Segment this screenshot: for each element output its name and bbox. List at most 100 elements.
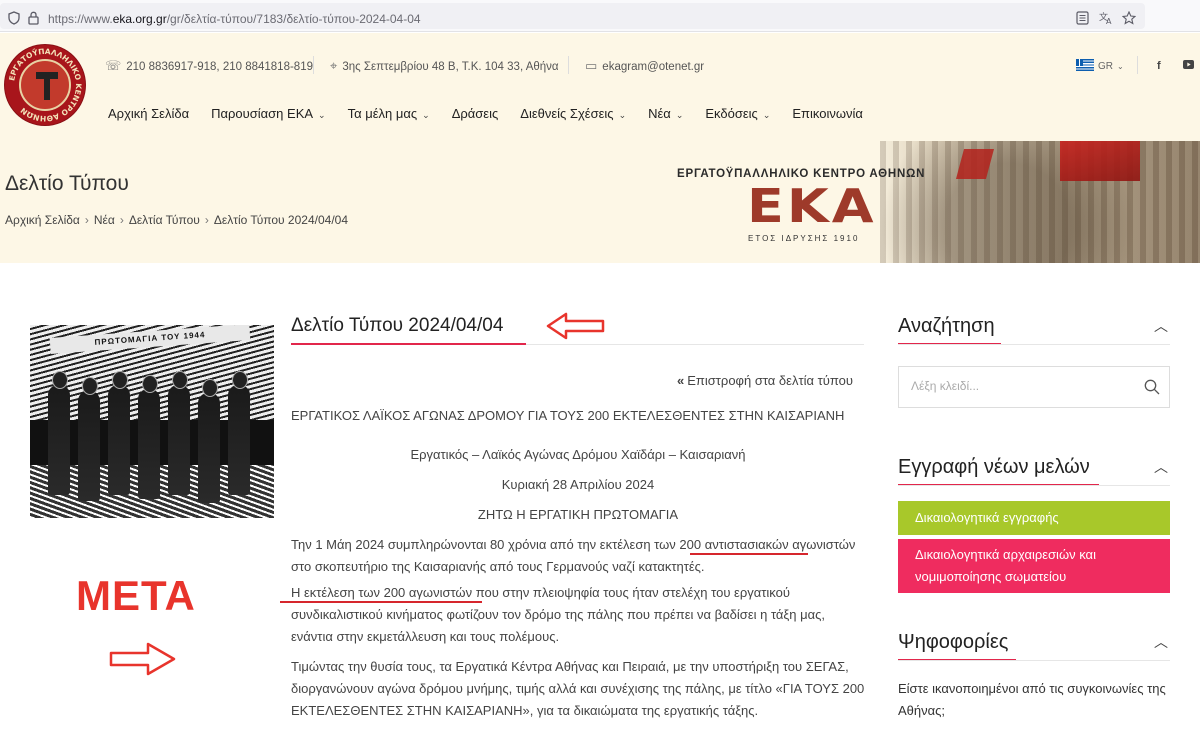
url-path: /gr/δελτία-τύπου/7183/δελτίο-τύπου-2024-… bbox=[166, 12, 421, 26]
nav-item-label: Τα μέλη μας bbox=[347, 106, 418, 121]
greek-flag-icon bbox=[1076, 59, 1094, 71]
search-input[interactable] bbox=[911, 379, 1131, 393]
article-paragraph: Την 1 Μάη 2024 συμπληρώνονται 80 χρόνια … bbox=[291, 537, 856, 574]
poll-question: Είστε ικανοποιημένοι από τις συγκοινωνίε… bbox=[898, 681, 1166, 718]
url-text[interactable]: https://www.eka.org.gr/gr/δελτία-τύπου/7… bbox=[48, 12, 421, 26]
main-navigation: Αρχική Σελίδα Παρουσίαση ΕΚΑ ⌄ Τα μέλη μας ⌄… bbox=[108, 105, 885, 123]
elections-documents-button[interactable]: Δικαιολογητικά αρχαιρεσιών και νομιμοποί… bbox=[898, 539, 1170, 593]
nav-item-label: Διεθνείς Σχέσεις bbox=[520, 106, 614, 121]
chevron-up-icon[interactable]: ︿ bbox=[1154, 459, 1168, 475]
chevron-down-icon: ⌄ bbox=[675, 110, 684, 120]
site-header: ΕΡΓΑΤΟΫΠΑΛΛΗΛΙΚΟ ΚΕΝΤΡΟ ΑΘΗΝΩΝ ☏ 210 8836… bbox=[0, 33, 1200, 263]
back-link-label: Επιστροφή στα δελτία τύπου bbox=[687, 373, 853, 388]
event-date: Κυριακή 28 Απριλίου 2024 bbox=[501, 477, 655, 492]
divider bbox=[1137, 56, 1138, 74]
url-prefix: https://www. bbox=[48, 12, 113, 26]
language-selector[interactable]: GR ⌄ bbox=[1076, 59, 1124, 73]
phone-text: 210 8836917-918, 210 8841818-819 bbox=[126, 61, 313, 73]
annotation-underline bbox=[280, 601, 482, 603]
contact-email[interactable]: ▭ ekagram@otenet.gr bbox=[585, 59, 704, 74]
article-image: ΠΡΩΤΟΜΑΓΙΑ ΤΟΥ 1944 bbox=[30, 325, 274, 518]
chevron-down-icon: ⌄ bbox=[618, 110, 627, 120]
banner-acronym: ΕΚΑ bbox=[747, 179, 877, 233]
contact-address[interactable]: ⌖ 3ης Σεπτεμβρίου 48 Β, Τ.Κ. 104 33, Αθήν… bbox=[330, 59, 559, 74]
breadcrumb-separator-icon: › bbox=[84, 213, 89, 227]
breadcrumb-news[interactable]: Νέα bbox=[94, 213, 115, 227]
annotation-underline bbox=[690, 553, 808, 555]
chat-icon: ▭ bbox=[585, 58, 598, 73]
svg-text:A: A bbox=[1106, 17, 1112, 25]
address-bar[interactable]: https://www.eka.org.gr/gr/δελτία-τύπου/7… bbox=[0, 3, 1145, 29]
search-widget-title: Αναζήτηση bbox=[898, 315, 995, 337]
url-host: eka.org.gr bbox=[112, 12, 167, 26]
breadcrumb-separator-icon: › bbox=[204, 213, 209, 227]
article-paragraph: Τιμώντας την θυσία τους, τα Εργατικά Κέν… bbox=[291, 659, 865, 718]
widget-divider bbox=[898, 344, 1170, 345]
language-label: GR bbox=[1098, 61, 1113, 72]
polls-widget-title: Ψηφοφορίες bbox=[898, 631, 1009, 653]
banner-historic-photo bbox=[880, 141, 1200, 263]
reader-view-icon[interactable] bbox=[1076, 11, 1089, 29]
nav-item-6[interactable]: Εκδόσεις ⌄ bbox=[705, 106, 770, 123]
annotation-arrow-right-icon bbox=[109, 642, 176, 676]
title-divider bbox=[526, 344, 864, 345]
lock-icon[interactable] bbox=[28, 11, 39, 29]
title-accent-underline bbox=[291, 343, 526, 345]
registration-documents-button[interactable]: Δικαιολογητικά εγγραφής bbox=[898, 501, 1170, 535]
chevron-down-icon: ⌄ bbox=[1117, 62, 1124, 71]
nav-item-3[interactable]: Δράσεις bbox=[452, 106, 499, 122]
map-pin-icon: ⌖ bbox=[330, 58, 338, 73]
widget-divider bbox=[898, 660, 1170, 661]
chevron-down-icon: ⌄ bbox=[422, 110, 430, 120]
breadcrumb: Αρχική Σελίδα › Νέα › Δελτία Τύπου › Δελτίο Τύ… bbox=[5, 213, 348, 227]
translate-icon[interactable]: 文A bbox=[1099, 11, 1114, 29]
search-box bbox=[898, 366, 1170, 408]
breadcrumb-separator-icon: › bbox=[119, 213, 124, 227]
nav-item-4[interactable]: Διεθνείς Σχέσεις ⌄ bbox=[520, 106, 626, 123]
phone-icon: ☏ bbox=[105, 58, 122, 73]
annotation-label: ΜΕΤΑ bbox=[76, 572, 196, 619]
nav-item-label: Νέα bbox=[648, 106, 671, 121]
register-widget-title: Εγγραφή νέων μελών bbox=[898, 456, 1090, 478]
bookmark-star-icon[interactable] bbox=[1121, 10, 1137, 29]
nav-item-label: Επικοινωνία bbox=[792, 106, 863, 121]
search-icon[interactable] bbox=[1144, 379, 1160, 395]
facebook-icon[interactable]: f bbox=[1157, 60, 1161, 72]
banner-red-flag bbox=[1060, 141, 1140, 181]
browser-toolbar: https://www.eka.org.gr/gr/δελτία-τύπου/7… bbox=[0, 0, 1200, 32]
event-slogan: ΖΗΤΩ Η ΕΡΓΑΤΙΚΗ ΠΡΩΤΟΜΑΓΙΑ bbox=[477, 507, 679, 522]
banner-founded: ΕΤΟΣ ΙΔΡΥΣΗΣ 1910 bbox=[748, 234, 860, 243]
nav-item-5[interactable]: Νέα ⌄ bbox=[648, 106, 683, 123]
nav-item-label: Δράσεις bbox=[451, 106, 499, 121]
nav-item-1[interactable]: Παρουσίαση ΕΚΑ ⌄ bbox=[211, 106, 326, 123]
double-chevron-left-icon: « bbox=[677, 373, 685, 388]
breadcrumb-home[interactable]: Αρχική Σελίδα bbox=[5, 213, 80, 227]
breadcrumb-current: Δελτίο Τύπου 2024/04/04 bbox=[213, 213, 348, 227]
hammer-icon bbox=[36, 72, 58, 100]
event-subtitle: Εργατικός – Λαϊκός Αγώνας Δρόμου Χαϊδάρι… bbox=[410, 447, 746, 462]
nav-item-label: Αρχική Σελίδα bbox=[108, 106, 190, 121]
nav-item-label: Παρουσίαση ΕΚΑ bbox=[211, 106, 314, 121]
article-heading: ΕΡΓΑΤΙΚΟΣ ΛΑΪΚΟΣ ΑΓΩΝΑΣ ΔΡΟΜΟΥ ΓΙΑ ΤΟΥΣ … bbox=[291, 408, 845, 423]
chevron-down-icon: ⌄ bbox=[762, 110, 771, 120]
nav-item-label: Εκδόσεις bbox=[705, 106, 758, 121]
chevron-up-icon[interactable]: ︿ bbox=[1154, 634, 1168, 650]
widget-divider bbox=[898, 485, 1170, 486]
contact-phone[interactable]: ☏ 210 8836917-918, 210 8841818-819 bbox=[105, 59, 313, 74]
logo-emblem bbox=[19, 59, 71, 111]
nav-item-0[interactable]: Αρχική Σελίδα bbox=[108, 106, 189, 122]
email-text: ekagram@otenet.gr bbox=[602, 61, 705, 73]
site-logo[interactable]: ΕΡΓΑΤΟΫΠΑΛΛΗΛΙΚΟ ΚΕΝΤΡΟ ΑΘΗΝΩΝ bbox=[5, 45, 85, 125]
divider bbox=[568, 56, 569, 74]
article-paragraph: Η εκτέλεση των 200 αγωνιστών που στην πλ… bbox=[291, 585, 825, 644]
nav-item-7[interactable]: Επικοινωνία bbox=[792, 106, 863, 122]
article-title: Δελτίο Τύπου 2024/04/04 bbox=[291, 315, 504, 336]
back-to-press-releases-link[interactable]: «Επιστροφή στα δελτία τύπου bbox=[677, 373, 853, 389]
chevron-up-icon[interactable]: ︿ bbox=[1154, 318, 1168, 334]
address-text: 3ης Σεπτεμβρίου 48 Β, Τ.Κ. 104 33, Αθήνα bbox=[342, 61, 559, 73]
youtube-icon[interactable] bbox=[1183, 60, 1194, 72]
shield-icon[interactable] bbox=[8, 11, 20, 29]
divider bbox=[313, 56, 314, 74]
nav-item-2[interactable]: Τα μέλη μας ⌄ bbox=[348, 106, 430, 123]
breadcrumb-press-releases[interactable]: Δελτία Τύπου bbox=[129, 213, 200, 227]
